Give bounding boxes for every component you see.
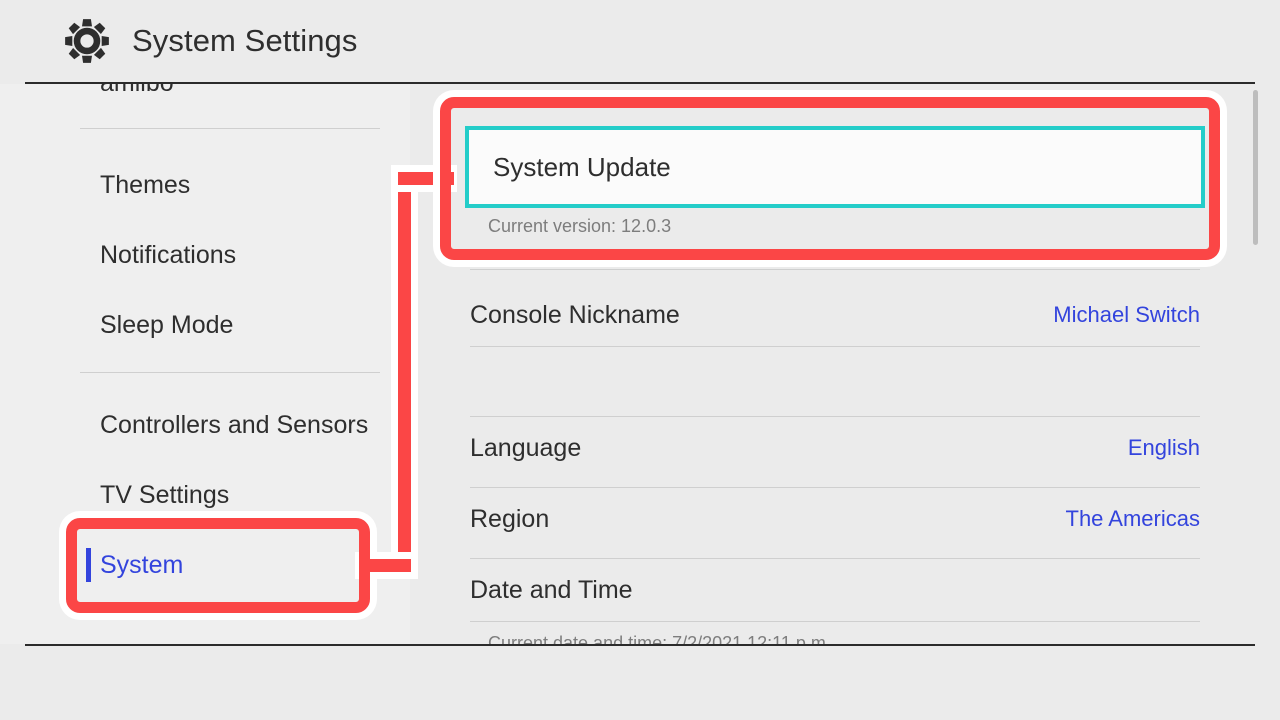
sidebar-item-amiibo[interactable]: amiibo xyxy=(0,84,410,118)
sidebar-item-sleep-mode[interactable]: Sleep Mode xyxy=(0,290,410,360)
row-console-nickname[interactable]: Console Nickname Michael Switch xyxy=(470,284,1200,346)
row-label: Console Nickname xyxy=(470,300,680,329)
footer-bar: B Back A OK xyxy=(0,646,1280,720)
row-value: Michael Switch xyxy=(1053,302,1200,327)
sidebar-item-label: Controllers and Sensors xyxy=(100,410,369,439)
date-and-time-subtext: Current date and time: 7/2/2021 12:11 p.… xyxy=(488,633,831,644)
sidebar-item-themes[interactable]: Themes xyxy=(0,150,410,220)
row-region[interactable]: Region The Americas xyxy=(470,488,1200,550)
panel-divider-2 xyxy=(470,346,1200,347)
sidebar-item-label: Sleep Mode xyxy=(100,310,234,339)
row-value: English xyxy=(1127,435,1200,460)
footer-divider xyxy=(25,644,1255,646)
sidebar-item-label: System xyxy=(100,550,184,579)
page-header: System Settings xyxy=(0,0,1280,82)
row-value: The Americas xyxy=(1065,506,1201,531)
sidebar-item-tv-settings[interactable]: TV Settings xyxy=(0,460,410,530)
content-area: amiibo Themes Notifications Sleep Mode C… xyxy=(0,84,1280,644)
sidebar-item-system[interactable]: System xyxy=(0,530,410,600)
sidebar-item-controllers-and-sensors[interactable]: Controllers and Sensors xyxy=(0,390,410,460)
row-label: Date and Time xyxy=(470,575,633,604)
sidebar-item-label: amiibo xyxy=(100,84,174,98)
system-settings-screen: System Settings amiibo Themes Notificati… xyxy=(0,0,1280,720)
sidebar-item-label: TV Settings xyxy=(100,480,230,509)
sidebar-divider-1 xyxy=(80,128,380,129)
sidebar: amiibo Themes Notifications Sleep Mode C… xyxy=(0,84,410,644)
system-update-label: System Update xyxy=(493,151,671,182)
scrollbar-thumb[interactable] xyxy=(1253,90,1258,245)
row-date-and-time[interactable]: Date and Time xyxy=(470,559,1200,621)
system-update-version-text: Current version: 12.0.3 xyxy=(488,216,672,236)
row-label: Language xyxy=(470,433,582,462)
sidebar-item-label: Notifications xyxy=(100,240,237,269)
panel-divider-6 xyxy=(470,621,1200,622)
selection-indicator-bar xyxy=(86,548,91,582)
panel-divider-1 xyxy=(470,269,1200,270)
sidebar-divider-2 xyxy=(80,372,380,373)
row-language[interactable]: Language English xyxy=(470,417,1200,479)
sidebar-item-label: Themes xyxy=(100,170,191,199)
gear-icon xyxy=(65,19,109,63)
system-update-item[interactable]: System Update xyxy=(465,126,1205,208)
sidebar-item-notifications[interactable]: Notifications xyxy=(0,220,410,290)
settings-panel: System Update Current version: 12.0.3 Co… xyxy=(410,84,1280,644)
row-label: Region xyxy=(470,504,550,533)
page-title: System Settings xyxy=(132,23,358,58)
header-divider xyxy=(25,82,1255,84)
